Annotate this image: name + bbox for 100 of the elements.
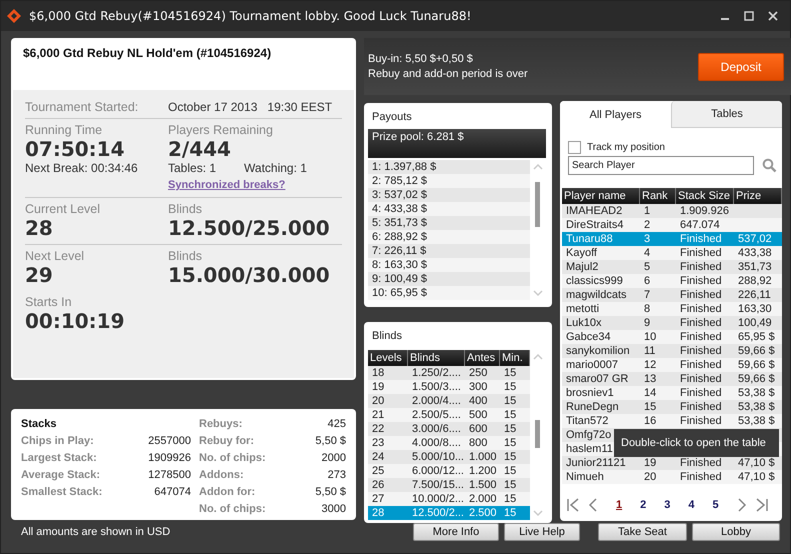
stat-label: Blinds — [168, 202, 204, 216]
stack-label: Average Stack: — [21, 468, 100, 480]
payout-row: 8: 163,30 $ — [368, 258, 530, 272]
action-button[interactable]: Lobby — [692, 523, 780, 541]
player-row[interactable]: mario0007 12 Finished 59,66 $ — [562, 358, 782, 372]
player-row[interactable]: IMAHEAD2 1 1.909.926 — [562, 204, 782, 218]
table-cell-text: 2.500/5.... — [411, 408, 462, 422]
table-cell-text: 23 — [371, 436, 386, 450]
table-cell-text: Majul2 — [565, 260, 600, 274]
checkbox[interactable] — [568, 141, 581, 154]
rebuy-value: 273 — [328, 468, 346, 480]
page-link[interactable]: 3 — [658, 499, 676, 511]
player-row[interactable]: metotti 8 Finished 163,30 — [562, 302, 782, 316]
table-cell-text: Finished — [679, 386, 723, 400]
table-cell-text: Finished — [679, 344, 723, 358]
table-cell-text: Finished — [679, 414, 723, 428]
buy-in-text: Buy-in: 5,50 $+0,50 $ — [368, 52, 474, 66]
player-row[interactable]: Kayoff 4 Finished 433,38 — [562, 246, 782, 260]
player-row[interactable]: Junior21121 19 Finished 47,10 $ — [562, 456, 782, 470]
table-cell-text: 226,11 — [737, 288, 772, 302]
table-cell-text: 53,38 $ — [737, 400, 776, 414]
table-cell-text: 800 — [468, 436, 488, 450]
action-button[interactable]: Live Help — [504, 523, 580, 541]
synchronized-breaks-link[interactable]: Synchronized breaks? — [168, 179, 286, 191]
table-cell-text: 100,49 — [737, 316, 773, 330]
stat-label: Tournament Started: — [25, 100, 140, 114]
stat-label: Starts In — [25, 295, 73, 309]
blind-row[interactable]: 20 2.000/4.... 400 15 — [368, 394, 530, 408]
tooltip: Double-click to open the table — [614, 429, 779, 457]
table-cell-text: 15 — [643, 400, 658, 414]
table-cell-text: 28 — [371, 506, 386, 520]
table-cell-text: 1.000 — [468, 450, 498, 464]
table-cell-text: 433,38 — [737, 246, 773, 260]
table-cell-text: 19 — [643, 456, 658, 470]
currency-note: All amounts are shown in USD — [21, 526, 172, 538]
player-row[interactable]: Titan572 16 Finished 53,38 $ — [562, 414, 782, 428]
player-row[interactable]: Nimueh 20 Finished 47,10 $ — [562, 470, 782, 484]
player-row[interactable]: RuneDegn 15 Finished 53,38 $ — [562, 400, 782, 414]
table-cell-text: 537,02 — [737, 232, 773, 246]
table-cell-text: Tunaru88 — [565, 232, 614, 246]
payout-row: 1: 1.397,88 $ — [368, 160, 530, 174]
player-row[interactable]: Majul2 5 Finished 351,73 — [562, 260, 782, 274]
table-cell-text: 1.500 — [468, 478, 498, 492]
table-cell-text: 7 — [643, 288, 652, 302]
rebuy-label: No. of chips: — [199, 452, 266, 464]
action-button[interactable]: Take Seat — [598, 523, 687, 541]
table-cell-text: 300 — [468, 380, 488, 394]
table-cell-text: 5 — [643, 260, 652, 274]
table-cell-text: Finished — [679, 302, 723, 316]
table-cell-text: 2 — [643, 218, 652, 232]
table-cell-text: Titan572 — [565, 414, 610, 428]
player-row[interactable]: classics999 6 Finished 288,92 — [562, 274, 782, 288]
blind-row[interactable]: 21 2.500/5.... 500 15 — [368, 408, 530, 422]
search-icon[interactable] — [762, 158, 777, 173]
table-cell-text: 25 — [371, 464, 386, 478]
page-link[interactable]: 1 — [610, 499, 628, 511]
tab[interactable]: Tables — [671, 101, 782, 128]
payouts-title: Payouts — [371, 110, 413, 125]
stack-label: Smallest Stack: — [21, 486, 102, 498]
blind-row[interactable]: 19 1.500/3.... 300 15 — [368, 380, 530, 394]
player-row[interactable]: magwildcats 7 Finished 226,11 — [562, 288, 782, 302]
close-icon[interactable] — [768, 11, 778, 21]
stat-value: 2/444 — [168, 137, 232, 161]
player-row[interactable]: smaro07 GR 13 Finished 59,66 $ — [562, 372, 782, 386]
player-row[interactable]: sanykomilion 11 Finished 59,66 $ — [562, 344, 782, 358]
player-row[interactable]: Gabce34 10 Finished 65,95 $ — [562, 330, 782, 344]
blind-row[interactable]: 27 10.000/2... 2.000 15 — [368, 492, 530, 506]
table-cell-text: Finished — [679, 260, 723, 274]
blind-row[interactable]: 26 7.500/15... 1.500 15 — [368, 478, 530, 492]
blind-row[interactable]: 24 5.000/10... 1.000 15 — [368, 450, 530, 464]
page-link[interactable]: 4 — [682, 499, 700, 511]
page-link[interactable]: 2 — [634, 499, 652, 511]
blind-row[interactable]: 18 1.250/2.... 250 15 — [368, 366, 530, 380]
player-row[interactable]: brosniev1 14 Finished 53,38 $ — [562, 386, 782, 400]
rebuy-value: 3000 — [322, 502, 346, 514]
diamond-logo-icon — [7, 9, 21, 23]
blind-row[interactable]: 22 3.000/6.... 600 15 — [368, 422, 530, 436]
table-cell-text: 53,38 $ — [737, 414, 776, 428]
table-cell-text: 5.000/10... — [411, 450, 465, 464]
stat-value: 15.000/30.000 — [168, 263, 331, 287]
table-cell-text: Finished — [679, 358, 723, 372]
rebuy-value: 2000 — [322, 452, 346, 464]
blind-row[interactable]: 25 6.000/12... 1.200 15 — [368, 464, 530, 478]
table-cell-text: 12 — [643, 358, 658, 372]
payout-row: 6: 288,92 $ — [368, 230, 530, 244]
table-cell-text: 2.000 — [468, 492, 498, 506]
player-row[interactable]: DireStraits4 2 647.074 — [562, 218, 782, 232]
table-cell-text: Finished — [679, 232, 723, 246]
table-cell-text: 3 — [643, 232, 652, 246]
table-cell-text: Finished — [679, 400, 723, 414]
stat-label: Blinds — [168, 249, 204, 263]
blind-row[interactable]: 23 4.000/8.... 800 15 — [368, 436, 530, 450]
page-link[interactable]: 5 — [706, 499, 725, 511]
watching-count: Watching: 1 — [244, 161, 307, 175]
player-row[interactable]: Luk10x 9 Finished 100,49 — [562, 316, 782, 330]
table-cell-text: 600 — [468, 422, 488, 436]
maximize-icon[interactable] — [744, 11, 754, 21]
table-cell-text: 4.000/8.... — [411, 436, 462, 450]
search-field[interactable]: Search Player — [568, 156, 754, 175]
action-button[interactable]: More Info — [413, 523, 499, 541]
